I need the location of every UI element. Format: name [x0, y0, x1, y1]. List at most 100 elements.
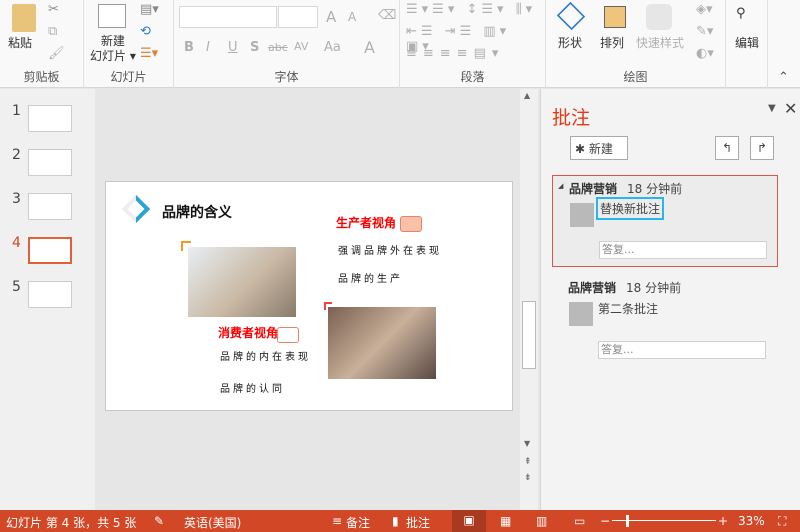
new-slide-icon	[98, 4, 126, 28]
vertical-scrollbar[interactable]: ▲ ▼ ⇞ ⇟	[520, 89, 538, 510]
reply-input[interactable]: 答复...	[599, 241, 767, 259]
avatar	[569, 302, 593, 326]
slide-thumbnail-1[interactable]	[28, 105, 72, 132]
strikethrough-button[interactable]: abc	[268, 41, 288, 54]
scrollbar-thumb[interactable]	[522, 301, 536, 369]
font-color-button[interactable]: A	[364, 38, 375, 57]
font-size-combo[interactable]	[278, 6, 318, 28]
comment-text-editing[interactable]: 替换新批注	[596, 197, 665, 220]
collapse-icon[interactable]: ◢	[558, 182, 563, 190]
paste-button[interactable]: 粘贴	[8, 34, 32, 51]
drawing-label: 绘图	[623, 70, 648, 84]
clear-format-icon[interactable]: ⌫	[378, 8, 396, 23]
zoom-level[interactable]: 33%	[738, 514, 765, 528]
zoom-out-button[interactable]: −	[600, 514, 610, 528]
comments-icon: ▮	[392, 514, 399, 528]
new-comment-label: 新建	[588, 142, 613, 156]
arrange-icon	[604, 6, 626, 28]
language[interactable]: 英语(美国)	[184, 514, 241, 531]
consumer-heading: 消费者视角	[218, 326, 279, 340]
editing-group: ⚲ 编辑	[726, 0, 768, 88]
speech-bubble-icon	[277, 327, 299, 343]
new-comment-button[interactable]: ✱ 新建	[570, 136, 628, 160]
layout-icon[interactable]: ▤▾	[140, 2, 159, 17]
arrange-button[interactable]: 排列	[600, 34, 624, 51]
font-name-combo[interactable]	[179, 6, 277, 28]
italic-button[interactable]: I	[206, 40, 210, 55]
list-icons[interactable]: ☰▾☰▾ ↕☰▾ ⫼▾	[406, 2, 536, 17]
speech-bubble-icon	[400, 216, 422, 232]
align-icons[interactable]: ≡≡≡≡▤▾	[406, 46, 504, 61]
slides-group: 新建 幻灯片 ▾ ▤▾ ⟲ ☰▾ 幻灯片	[84, 0, 174, 88]
char-spacing-button[interactable]: AV	[294, 40, 308, 53]
slideshow-button[interactable]: ▭	[574, 514, 585, 528]
producer-line-1: 强调品牌外在表现	[338, 246, 442, 257]
thumb-number: 5	[12, 279, 21, 295]
slide-thumbnail-3[interactable]	[28, 193, 72, 220]
slide-canvas[interactable]: 品牌的含义 生产者视角 强调品牌外在表现 品牌的生产 消费者视角 品牌的内在表现…	[105, 181, 513, 411]
comment-time: 18 分钟前	[626, 281, 682, 295]
scroll-down-icon[interactable]: ▼	[524, 439, 530, 448]
reset-icon[interactable]: ⟲	[140, 24, 151, 39]
thumb-number: 4	[12, 235, 21, 251]
laptop-chart-image	[328, 307, 436, 379]
slide-editor: 品牌的含义 生产者视角 强调品牌外在表现 品牌的生产 消费者视角 品牌的内在表现…	[95, 89, 540, 510]
paragraph-group: ☰▾☰▾ ↕☰▾ ⫼▾ ⇤☰ ⇥☰ ▥▾ ▣▾ ≡≡≡≡▤▾ 段落	[400, 0, 546, 88]
clipboard-label: 剪贴板	[23, 70, 60, 84]
slide-info: 幻灯片 第 4 张，共 5 张	[6, 516, 137, 530]
cut-icon[interactable]: ✂	[48, 2, 59, 17]
reading-view-button[interactable]: ▥	[536, 514, 547, 528]
slide-sorter-button[interactable]: ▦	[500, 514, 511, 528]
new-slide-label-1: 新建	[100, 34, 125, 48]
comments-title: 批注	[552, 107, 591, 129]
previous-slide-icon[interactable]: ⇞	[524, 457, 532, 467]
comment-card[interactable]: ◢ 品牌营销 18 分钟前 替换新批注 答复...	[552, 175, 778, 267]
comments-pane: 批注 ▼ ✕ ✱ 新建 ↰ ↱ ◢ 品牌营销 18 分钟前 替换新批注 答复..…	[540, 89, 800, 510]
paragraph-label: 段落	[460, 70, 485, 84]
grow-font-button[interactable]: A	[326, 8, 336, 26]
thumbnail-pane: 1 2 3 4 5	[0, 89, 95, 510]
next-comment-button[interactable]: ↱	[750, 136, 774, 160]
spell-check-icon[interactable]: ✎	[154, 514, 164, 528]
editing-button[interactable]: 编辑	[735, 34, 759, 51]
change-case-button[interactable]: Aa	[324, 40, 341, 55]
font-group: A A ⌫ B I U S abc AV Aa A 字体	[174, 0, 400, 88]
shape-button[interactable]: 形状	[558, 34, 582, 51]
new-slide-button[interactable]: 新建 幻灯片 ▾	[90, 34, 136, 64]
font-label: 字体	[274, 70, 299, 84]
bold-button[interactable]: B	[184, 40, 194, 55]
normal-view-button[interactable]: ▣	[452, 510, 486, 532]
comment-card[interactable]: 品牌营销 18 分钟前 第二条批注 答复...	[552, 275, 778, 365]
shadow-button[interactable]: S	[250, 40, 259, 55]
slide-thumbnail-5[interactable]	[28, 281, 72, 308]
collapse-ribbon-icon[interactable]: ⌃	[778, 70, 789, 85]
previous-comment-button[interactable]: ↰	[715, 136, 739, 160]
slide-thumbnail-4[interactable]	[28, 237, 72, 264]
producer-heading: 生产者视角	[336, 216, 397, 230]
binoculars-icon: ⚲	[736, 6, 746, 21]
format-painter-icon[interactable]: 🖌	[48, 46, 65, 61]
slide-thumbnail-2[interactable]	[28, 149, 72, 176]
shape-fill-icon[interactable]: ◈▾	[696, 2, 713, 17]
close-icon[interactable]: ✕	[784, 99, 797, 118]
notes-button[interactable]: 备注	[346, 514, 370, 531]
copy-icon[interactable]: ⧉	[48, 24, 57, 39]
shrink-font-button[interactable]: A	[348, 10, 356, 24]
comments-button[interactable]: 批注	[406, 514, 430, 531]
zoom-slider-thumb[interactable]	[626, 515, 629, 527]
scroll-up-icon[interactable]: ▲	[524, 91, 530, 100]
pane-options-icon[interactable]: ▼	[768, 103, 776, 114]
shape-effects-icon[interactable]: ◐▾	[696, 46, 714, 61]
diamond-logo-icon	[121, 194, 151, 224]
underline-button[interactable]: U	[228, 40, 238, 55]
next-slide-icon[interactable]: ⇟	[524, 473, 532, 483]
zoom-in-button[interactable]: +	[718, 514, 728, 528]
reply-input[interactable]: 答复...	[598, 341, 766, 359]
shape-outline-icon[interactable]: ✎▾	[696, 24, 713, 39]
slides-label: 幻灯片	[110, 70, 147, 84]
fit-to-window-button[interactable]: ⛶	[778, 514, 786, 529]
section-icon[interactable]: ☰▾	[140, 46, 158, 61]
new-comment-icon: ✱	[575, 142, 586, 156]
quick-style-button[interactable]: 快速样式	[636, 34, 684, 51]
consumer-line-2: 品牌的认同	[220, 384, 285, 395]
